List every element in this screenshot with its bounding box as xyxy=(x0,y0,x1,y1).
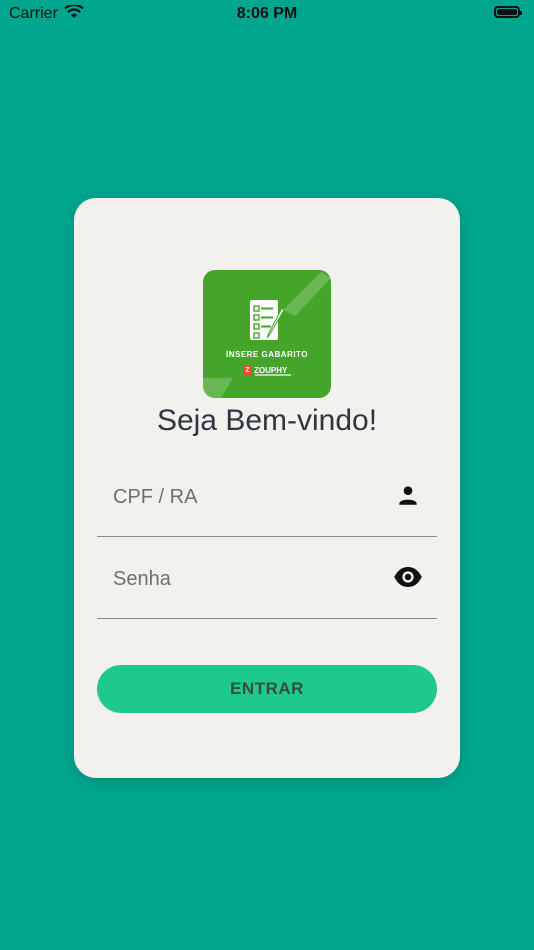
status-bar: Carrier 8:06 PM xyxy=(0,0,534,28)
password-placeholder: Senha xyxy=(113,568,171,590)
logo-tagline-line xyxy=(255,374,291,376)
welcome-heading: Seja Bem-vindo! xyxy=(156,404,378,437)
logo-title: INSERE GABARITO xyxy=(225,350,309,359)
checklist-icon xyxy=(250,300,285,340)
cpf-placeholder: CPF / RA xyxy=(113,486,198,508)
login-card: INSERE GABARITO Z ZOUPHY Seja Bem-vindo!… xyxy=(74,198,460,778)
brand-mark-icon: Z xyxy=(243,365,252,375)
login-button[interactable]: ENTRAR xyxy=(97,665,437,713)
person-icon xyxy=(399,486,417,505)
password-field[interactable]: Senha xyxy=(97,558,437,619)
cpf-field[interactable]: CPF / RA xyxy=(97,476,437,537)
eye-icon[interactable] xyxy=(393,562,423,592)
app-logo: INSERE GABARITO Z ZOUPHY xyxy=(203,270,331,398)
battery-icon xyxy=(494,6,522,18)
clock: 8:06 PM xyxy=(236,5,298,22)
